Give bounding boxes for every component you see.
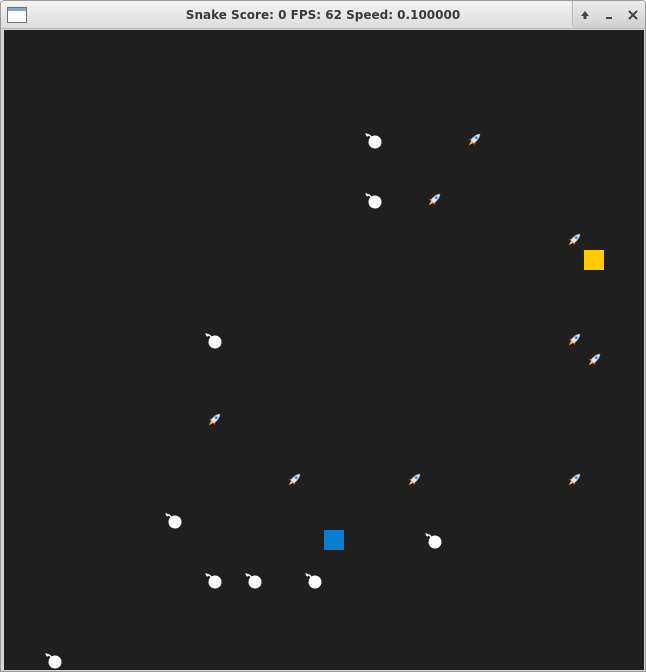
rocket-icon	[404, 470, 424, 490]
bomb-icon	[205, 333, 222, 349]
rocket-icon	[564, 330, 584, 350]
bomb-icon	[44, 650, 64, 670]
bomb-icon	[165, 513, 182, 529]
bomb-icon	[364, 130, 384, 150]
bomb-icon	[304, 570, 324, 590]
minimize-icon	[606, 16, 612, 19]
game-board[interactable]	[4, 30, 644, 670]
bomb-icon	[245, 573, 262, 589]
window-controls	[572, 1, 645, 28]
food-pellet	[584, 250, 604, 270]
minimize-button[interactable]	[600, 6, 618, 24]
rocket-icon	[564, 230, 584, 250]
bomb-icon	[244, 570, 264, 590]
rocket-icon	[468, 133, 481, 146]
close-icon	[628, 10, 638, 19]
rocket-icon	[204, 410, 224, 430]
bomb-icon	[365, 133, 382, 149]
window-title: Snake Score: 0 FPS: 62 Speed: 0.100000	[185, 8, 461, 22]
bomb-icon	[204, 570, 224, 590]
rocket-icon	[584, 350, 604, 370]
bomb-icon	[425, 533, 442, 549]
bomb-icon	[205, 573, 222, 589]
bomb-icon	[204, 330, 224, 350]
bomb-icon	[424, 530, 444, 550]
bomb-icon	[45, 653, 62, 669]
bomb-icon	[164, 510, 184, 530]
bomb-icon	[305, 573, 322, 589]
rocket-icon	[588, 353, 601, 366]
snake-head	[324, 530, 344, 550]
bomb-icon	[364, 190, 384, 210]
rocket-icon	[408, 473, 421, 486]
rocket-icon	[568, 233, 581, 246]
rocket-icon	[568, 473, 581, 486]
rocket-icon	[288, 473, 301, 486]
rocket-icon	[568, 333, 581, 346]
bomb-icon	[365, 193, 382, 209]
rocket-icon	[284, 470, 304, 490]
rocket-icon	[428, 193, 441, 206]
rocket-icon	[464, 130, 484, 150]
rocket-icon	[564, 470, 584, 490]
close-button[interactable]	[624, 6, 642, 24]
arrow-up-icon	[581, 10, 589, 19]
rocket-icon	[424, 190, 444, 210]
maximize-button[interactable]	[576, 6, 594, 24]
title-bar[interactable]: Snake Score: 0 FPS: 62 Speed: 0.100000	[1, 1, 645, 29]
rocket-icon	[208, 413, 221, 426]
game-window: Snake Score: 0 FPS: 62 Speed: 0.100000	[0, 0, 646, 672]
